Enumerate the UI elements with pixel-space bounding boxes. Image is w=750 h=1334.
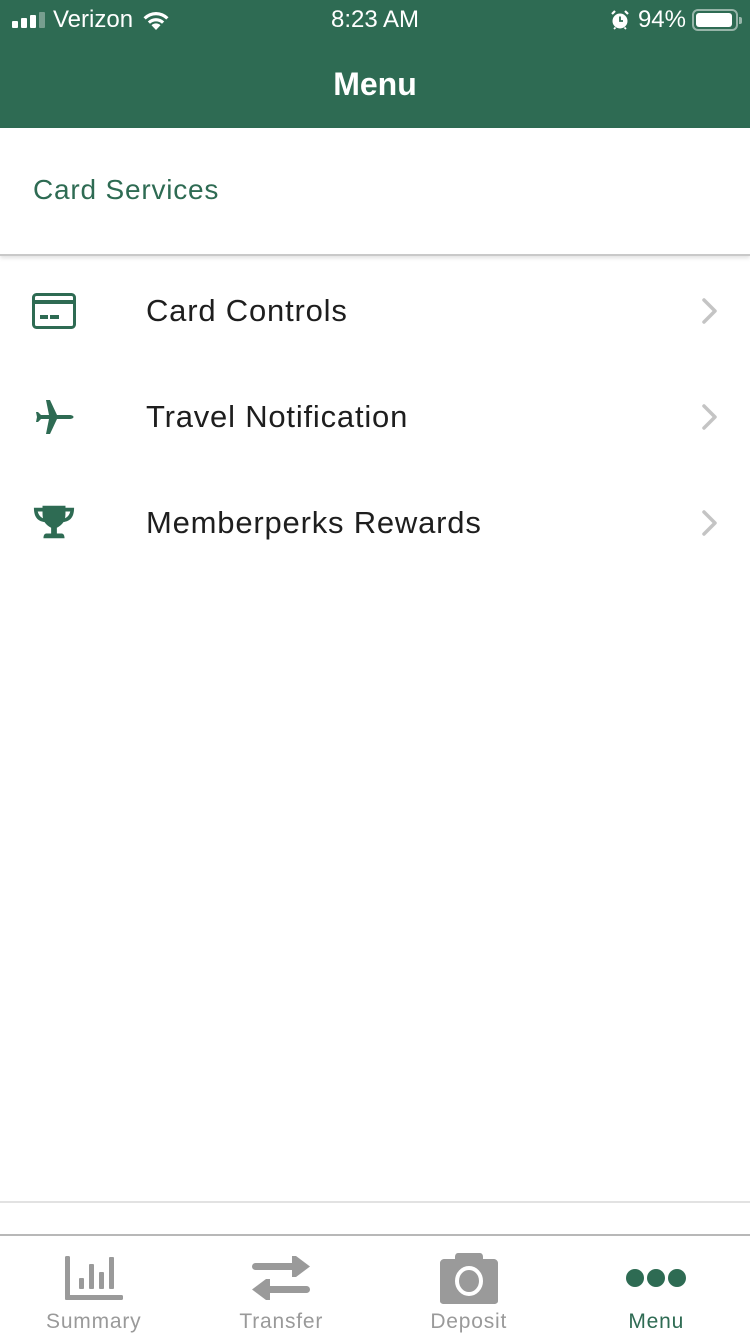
camera-icon	[438, 1248, 500, 1308]
menu-item-card-controls[interactable]: Card Controls	[0, 258, 750, 364]
menu-item-label: Card Controls	[146, 293, 348, 328]
chevron-right-icon	[702, 298, 717, 324]
tab-summary[interactable]: Summary	[0, 1236, 188, 1334]
chevron-right-icon	[702, 404, 717, 430]
section-header: Card Services	[0, 128, 750, 256]
tab-label: Menu	[628, 1310, 685, 1333]
top-bar: Verizon 8:23 AM 94% Menu	[0, 0, 750, 128]
battery-icon	[692, 9, 742, 31]
transfer-arrows-icon	[250, 1248, 312, 1308]
status-bar: Verizon 8:23 AM 94%	[0, 0, 750, 40]
divider	[0, 1201, 750, 1203]
section-title: Card Services	[33, 174, 220, 205]
battery-percent: 94%	[637, 6, 686, 33]
menu-list: Card Controls Travel Notification Member…	[0, 258, 750, 576]
tab-deposit[interactable]: Deposit	[375, 1236, 563, 1334]
tab-transfer[interactable]: Transfer	[188, 1236, 376, 1334]
alarm-icon	[611, 10, 629, 30]
page-title: Menu	[333, 66, 417, 102]
tab-label: Transfer	[239, 1310, 324, 1333]
tab-menu[interactable]: Menu	[563, 1236, 750, 1334]
bar-chart-icon	[63, 1248, 125, 1308]
menu-item-memberperks-rewards[interactable]: Memberperks Rewards	[0, 470, 750, 576]
airplane-icon	[32, 397, 76, 437]
battery-fill	[696, 13, 732, 27]
credit-card-icon	[32, 291, 76, 331]
more-dots-icon	[625, 1248, 687, 1308]
tab-label: Summary	[46, 1310, 142, 1333]
tab-label: Deposit	[430, 1310, 508, 1333]
chevron-right-icon	[702, 510, 717, 536]
tab-bar: Summary Transfer Deposit Menu	[0, 1234, 750, 1334]
menu-item-label: Memberperks Rewards	[146, 505, 482, 540]
menu-item-travel-notification[interactable]: Travel Notification	[0, 364, 750, 470]
menu-item-label: Travel Notification	[146, 399, 409, 434]
trophy-icon	[32, 503, 76, 543]
status-right: 94%	[610, 6, 742, 34]
